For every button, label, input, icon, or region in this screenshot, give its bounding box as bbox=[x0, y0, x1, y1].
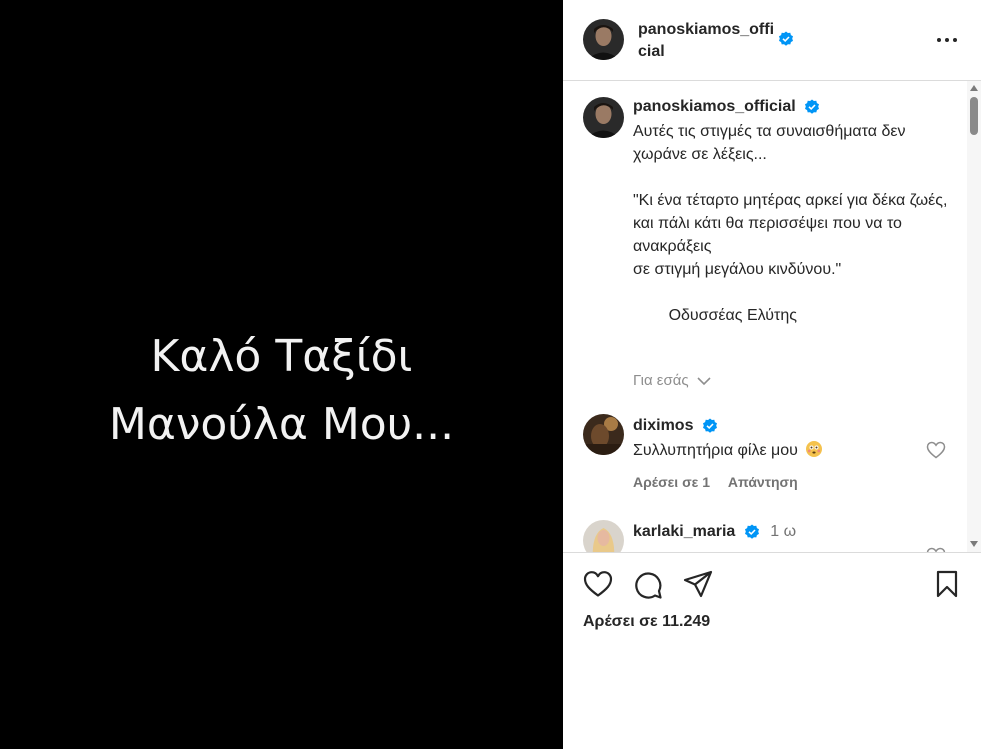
comment-timestamp[interactable]: 1 ω bbox=[770, 523, 796, 540]
caption-avatar[interactable] bbox=[583, 97, 624, 138]
flushed-face-emoji-icon bbox=[806, 441, 823, 457]
comment-username[interactable]: diximos bbox=[633, 417, 693, 434]
comments-scroll-area[interactable]: panoskiamos_official Αυτές τις στιγμές τ… bbox=[563, 81, 981, 552]
verified-badge-icon bbox=[805, 99, 820, 114]
caption-username[interactable]: panoskiamos_official bbox=[633, 98, 796, 115]
comment-likes-count[interactable]: Αρέσει σε 1 bbox=[633, 474, 710, 490]
caption-author: panoskiamos_official bbox=[633, 98, 820, 116]
comment-meta: Αρέσει σε 1 Απάντηση bbox=[633, 474, 798, 490]
post-actions: Αρέσει σε 11.249 bbox=[563, 552, 981, 750]
comment-username[interactable]: karlaki_maria bbox=[633, 523, 735, 540]
verified-badge-icon bbox=[702, 418, 717, 433]
scroll-down-arrow-icon[interactable] bbox=[970, 541, 978, 547]
chevron-down-icon bbox=[697, 377, 711, 386]
see-more-button[interactable]: Για εσάς bbox=[633, 372, 711, 389]
comment-avatar[interactable] bbox=[583, 520, 624, 552]
header-avatar[interactable] bbox=[583, 19, 624, 60]
comment-avatar[interactable] bbox=[583, 414, 624, 455]
verified-badge-icon bbox=[779, 31, 793, 46]
caption-text: Αυτές τις στιγμές τα συναισθήματα δεν χω… bbox=[633, 123, 948, 324]
comment-item: karlaki_maria 1 ω bbox=[563, 520, 967, 552]
media-text-line-2: Μανούλα Μου... bbox=[108, 398, 455, 450]
heart-icon[interactable] bbox=[583, 570, 613, 598]
comment-text-row: Συλλυπητήρια φίλε μου bbox=[633, 441, 823, 460]
scrollbar[interactable] bbox=[967, 81, 981, 552]
comment-author: diximos bbox=[633, 417, 718, 435]
media-overlay-text: Καλό Ταξίδι Μανούλα Μου... bbox=[109, 323, 454, 459]
comment-like-heart-icon[interactable] bbox=[926, 441, 946, 459]
share-icon[interactable] bbox=[683, 570, 713, 598]
post-media[interactable]: Καλό Ταξίδι Μανούλα Μου... bbox=[0, 0, 563, 749]
comment-reply-button[interactable]: Απάντηση bbox=[728, 474, 798, 490]
more-horizontal-icon[interactable] bbox=[935, 32, 959, 48]
verified-badge-icon bbox=[744, 524, 759, 539]
comment-icon[interactable] bbox=[633, 570, 663, 600]
likes-count[interactable]: Αρέσει σε 11.249 bbox=[583, 613, 710, 631]
save-icon[interactable] bbox=[935, 570, 959, 598]
comment-text: Συλλυπητήρια φίλε μου bbox=[633, 442, 798, 459]
post-side-panel: panoskiamos_official panoskiamos_officia… bbox=[563, 0, 981, 749]
comment-item: diximos Συλλυπητήρια φίλε μου Αρέσει σε … bbox=[563, 414, 967, 514]
scrollbar-thumb[interactable] bbox=[970, 97, 978, 135]
comment-author: karlaki_maria 1 ω bbox=[633, 523, 796, 541]
header-username[interactable]: panoskiamos_official bbox=[638, 19, 778, 63]
see-more-label: Για εσάς bbox=[633, 372, 689, 389]
media-text-line-1: Καλό Ταξίδι bbox=[150, 330, 413, 382]
scroll-up-arrow-icon[interactable] bbox=[970, 85, 978, 91]
